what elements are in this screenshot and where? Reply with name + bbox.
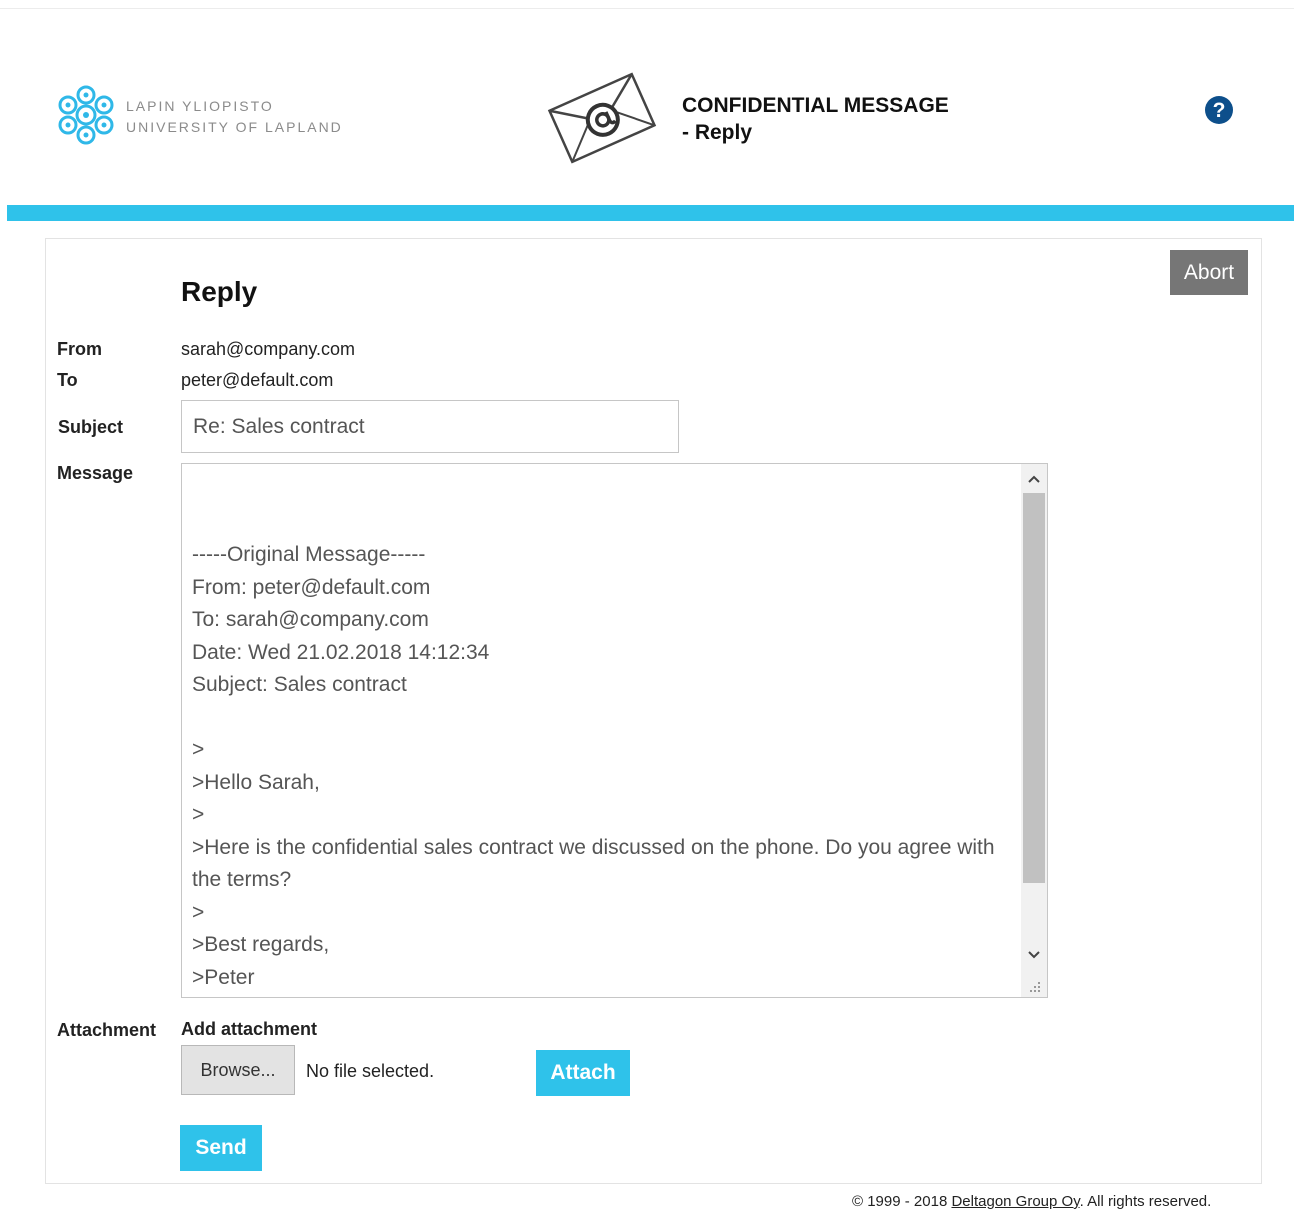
send-button[interactable]: Send [180,1125,262,1171]
page-title: CONFIDENTIAL MESSAGE - Reply [682,92,949,146]
copyright-suffix: . All rights reserved. [1079,1193,1212,1210]
subject-input[interactable] [181,400,679,453]
page-header: LAPIN YLIOPISTO UNIVERSITY OF LAPLAND CO… [0,0,1294,205]
page-title-line-2: - Reply [682,121,753,144]
page-title-line-1: CONFIDENTIAL MESSAGE [682,94,949,117]
from-value: sarah@company.com [181,339,356,359]
scroll-down-arrow-icon[interactable] [1021,944,1047,966]
university-logo[interactable]: LAPIN YLIOPISTO UNIVERSITY OF LAPLAND [56,82,346,148]
scroll-up-arrow-icon[interactable] [1021,468,1047,490]
logo-line-2: UNIVERSITY OF LAPLAND [126,119,343,135]
form-heading: Reply [181,276,258,307]
resize-grip-icon[interactable] [1027,979,1041,993]
footer-copyright: © 1999 - 2018 Deltagon Group Oy. All rig… [852,1193,1211,1210]
subject-label: Subject [58,417,124,437]
company-link[interactable]: Deltagon Group Oy [951,1193,1079,1210]
add-attachment-label: Add attachment [181,1019,318,1039]
header-accent-bar [7,205,1294,221]
file-status-text: No file selected. [306,1061,435,1081]
svg-text:?: ? [1213,99,1226,122]
logo-line-1: LAPIN YLIOPISTO [126,98,274,114]
attach-button[interactable]: Attach [536,1050,630,1096]
scroll-thumb[interactable] [1023,493,1045,883]
to-label: To [57,370,78,390]
message-textarea[interactable]: -----Original Message----- From: peter@d… [181,463,1048,998]
from-label: From [57,339,102,359]
question-circle-icon[interactable]: ? [1203,94,1235,126]
message-scrollbar[interactable] [1021,464,1047,997]
abort-button[interactable]: Abort [1170,250,1248,295]
snowflake-logo-icon [58,85,114,145]
browse-button[interactable]: Browse... [181,1045,295,1095]
copyright-prefix: © 1999 - 2018 [852,1193,952,1210]
to-value: peter@default.com [181,370,334,390]
envelope-at-icon [547,72,657,164]
message-content[interactable]: -----Original Message----- From: peter@d… [192,474,1012,994]
attachment-label: Attachment [57,1020,157,1040]
message-label: Message [57,463,134,483]
